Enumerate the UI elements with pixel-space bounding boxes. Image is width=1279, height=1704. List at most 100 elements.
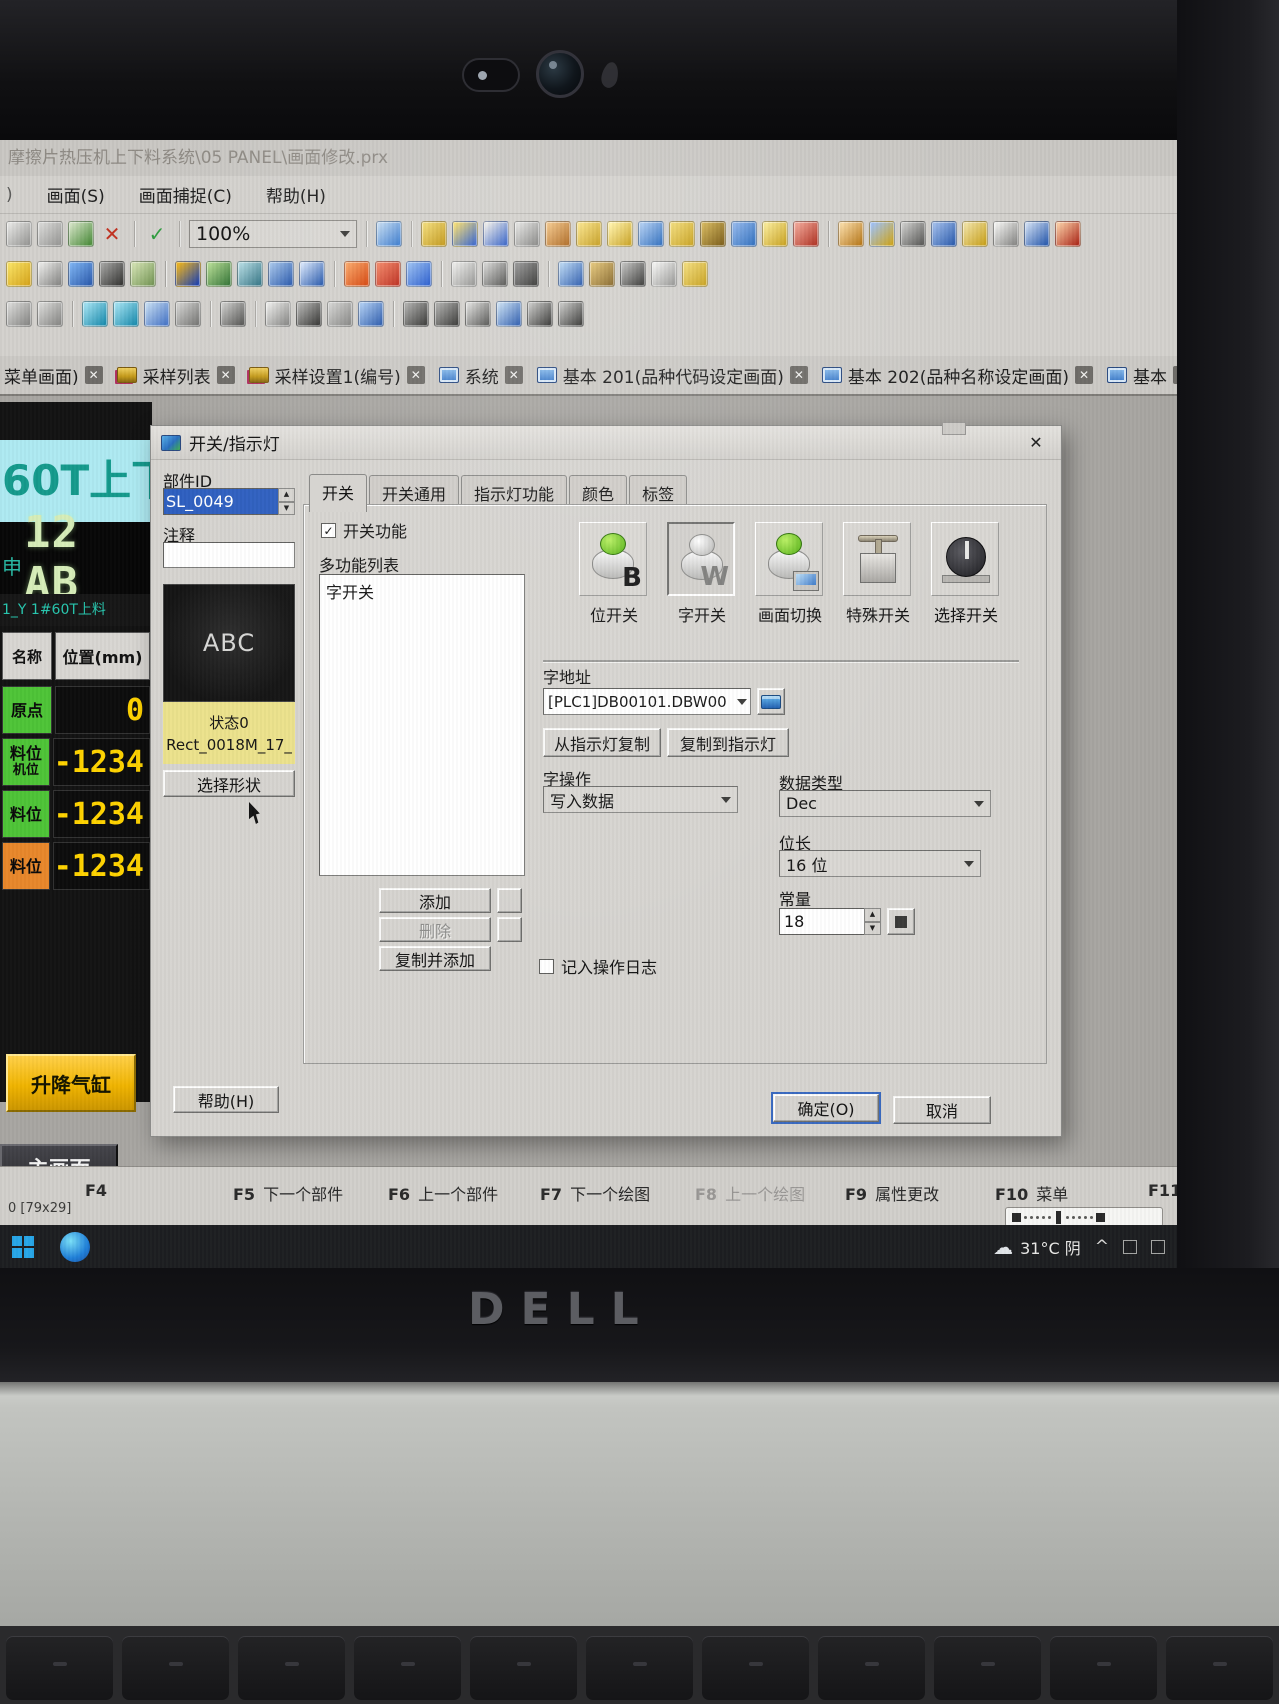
- tool-icon[interactable]: [496, 301, 522, 327]
- tool-icon[interactable]: [6, 301, 32, 327]
- editor-canvas[interactable]: 60T上下 申 12 AB 1_Y 1#60T上料 名称 位置(mm) 原点0料…: [0, 396, 1177, 1166]
- tool-icon[interactable]: [793, 221, 819, 247]
- tool-icon[interactable]: [296, 301, 322, 327]
- tool-icon[interactable]: [682, 261, 708, 287]
- tool-icon[interactable]: [900, 221, 926, 247]
- edge-browser-icon[interactable]: [60, 1232, 90, 1262]
- tool-icon[interactable]: [130, 261, 156, 287]
- tool-icon[interactable]: [37, 301, 63, 327]
- tool-icon[interactable]: [220, 301, 246, 327]
- tool-icon[interactable]: [638, 221, 664, 247]
- zoom-level-combo[interactable]: 100%: [189, 220, 357, 248]
- word-operation-dropdown[interactable]: 写入数据: [543, 786, 738, 813]
- switch-type-特殊开关[interactable]: 特殊开关: [835, 522, 921, 642]
- dialog-title-bar[interactable]: 开关/指示灯: [151, 426, 1061, 460]
- tool-icon[interactable]: [376, 221, 402, 247]
- tab-close-icon[interactable]: ✕: [85, 366, 103, 384]
- tool-icon[interactable]: [434, 301, 460, 327]
- tool-icon[interactable]: [6, 221, 32, 247]
- tool-icon[interactable]: [421, 221, 447, 247]
- function-list-item[interactable]: 字开关: [320, 575, 524, 607]
- tool-icon[interactable]: [838, 221, 864, 247]
- tab-close-icon[interactable]: ✕: [217, 366, 235, 384]
- tool-icon[interactable]: [144, 301, 170, 327]
- constant-stepper[interactable]: 18 ▲ ▼: [779, 908, 881, 935]
- fkey-F9[interactable]: F9属性更改: [845, 1181, 939, 1205]
- tool-icon[interactable]: [237, 261, 263, 287]
- tool-icon[interactable]: [993, 221, 1019, 247]
- tool-icon[interactable]: [1024, 221, 1050, 247]
- fkey-F11[interactable]: F11: [1148, 1181, 1177, 1200]
- tray-icon[interactable]: [1123, 1240, 1137, 1254]
- fkey-F5[interactable]: F5下一个部件: [233, 1181, 343, 1205]
- screen-tab[interactable]: 系统✕: [439, 363, 523, 388]
- weather-widget[interactable]: ☁ 31°C 阴: [993, 1235, 1081, 1259]
- menu-item[interactable]: ): [6, 185, 13, 205]
- delete-button[interactable]: 删除: [379, 917, 491, 942]
- tool-icon[interactable]: [527, 301, 553, 327]
- switch-type-选择开关[interactable]: 选择开关: [923, 522, 1009, 642]
- menu-item[interactable]: 画面(S): [47, 182, 105, 207]
- tool-icon[interactable]: [113, 301, 139, 327]
- add-button[interactable]: 添加: [379, 888, 491, 913]
- fkey-F10[interactable]: F10菜单: [995, 1181, 1068, 1205]
- tool-icon[interactable]: [931, 221, 957, 247]
- bit-length-dropdown[interactable]: 16 位: [779, 850, 981, 877]
- cancel-button[interactable]: 取消: [893, 1096, 991, 1124]
- chevron-down-icon[interactable]: [340, 231, 350, 237]
- screen-tab[interactable]: 基本 202(品种名称设定画面)✕: [822, 363, 1093, 388]
- word-address-combo[interactable]: [PLC1]DB00101.DBW00: [543, 688, 751, 715]
- tool-icon[interactable]: [465, 301, 491, 327]
- tool-icon[interactable]: [175, 301, 201, 327]
- tool-icon[interactable]: [962, 221, 988, 247]
- fkey-F6[interactable]: F6上一个部件: [388, 1181, 498, 1205]
- copy-and-add-button[interactable]: 复制并添加: [379, 946, 491, 971]
- tool-icon[interactable]: [68, 221, 94, 247]
- osd-handle[interactable]: [1056, 1211, 1061, 1224]
- move-up-button[interactable]: [497, 888, 522, 913]
- tool-icon[interactable]: [299, 261, 325, 287]
- tray-icon[interactable]: [1151, 1240, 1165, 1254]
- tool-icon[interactable]: [514, 221, 540, 247]
- tool-icon[interactable]: [558, 261, 584, 287]
- copy-to-lamp-button[interactable]: 复制到指示灯: [667, 728, 789, 757]
- screen-tab[interactable]: 采样设置1(编号)✕: [249, 363, 425, 388]
- tool-icon[interactable]: [576, 221, 602, 247]
- tool-icon[interactable]: [358, 301, 384, 327]
- switch-type-字开关[interactable]: W字开关: [659, 522, 745, 642]
- tool-icon[interactable]: [268, 261, 294, 287]
- tool-icon[interactable]: [545, 221, 571, 247]
- keypad-entry-button[interactable]: [887, 908, 915, 935]
- move-down-button[interactable]: [497, 917, 522, 942]
- fkey-F8[interactable]: F8上一个绘图: [695, 1181, 805, 1205]
- tool-icon[interactable]: [620, 261, 646, 287]
- tool-icon[interactable]: [344, 261, 370, 287]
- tab-close-icon[interactable]: ✕: [1075, 366, 1093, 384]
- start-button[interactable]: [0, 1225, 46, 1268]
- screen-tab[interactable]: 基本✕: [1107, 363, 1177, 388]
- chevron-down-icon[interactable]: [734, 699, 750, 705]
- tab-close-icon[interactable]: ✕: [407, 366, 425, 384]
- tool-icon[interactable]: [37, 221, 63, 247]
- close-icon[interactable]: ✕: [1023, 432, 1049, 454]
- tool-icon[interactable]: ✕: [99, 221, 125, 247]
- function-listbox[interactable]: 字开关: [319, 574, 525, 876]
- spin-up-icon[interactable]: ▲: [278, 488, 295, 502]
- tool-icon[interactable]: [406, 261, 432, 287]
- ok-button[interactable]: 确定(O): [773, 1094, 879, 1122]
- comment-field[interactable]: [163, 542, 295, 568]
- part-id-stepper[interactable]: SL_0049 ▲ ▼: [163, 488, 295, 515]
- menu-item[interactable]: 帮助(H): [266, 182, 326, 207]
- tool-icon[interactable]: [99, 261, 125, 287]
- tool-icon[interactable]: [513, 261, 539, 287]
- help-button[interactable]: 帮助(H): [173, 1086, 279, 1113]
- brightness-slider[interactable]: [1005, 1207, 1163, 1227]
- tool-icon[interactable]: [403, 301, 429, 327]
- data-type-dropdown[interactable]: Dec: [779, 790, 991, 817]
- tool-icon[interactable]: [375, 261, 401, 287]
- tool-icon[interactable]: [451, 261, 477, 287]
- select-shape-button[interactable]: 选择形状: [163, 770, 295, 797]
- tool-icon[interactable]: [607, 221, 633, 247]
- tool-icon[interactable]: [558, 301, 584, 327]
- spin-down-icon[interactable]: ▼: [864, 922, 881, 936]
